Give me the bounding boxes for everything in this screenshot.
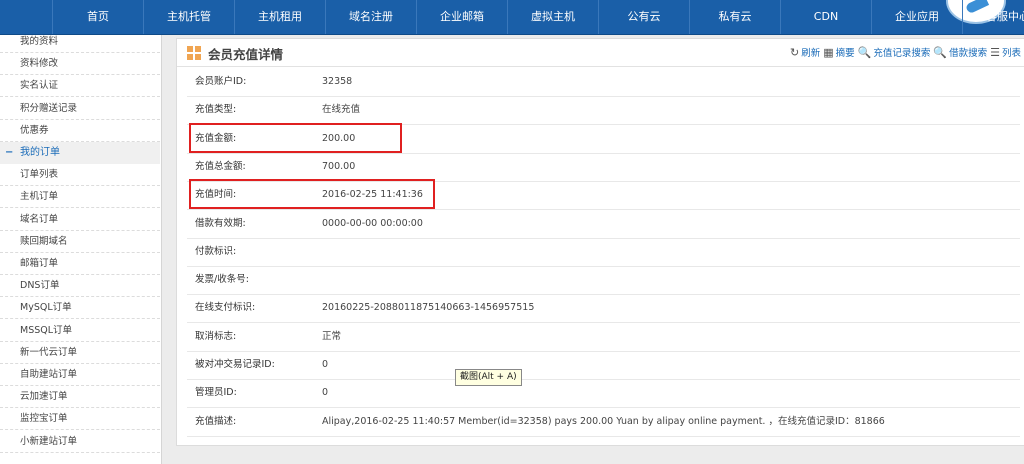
detail-value: Alipay,2016-02-25 11:40:57 Member(id=323…: [322, 415, 885, 427]
grid-icon: [187, 46, 201, 60]
sidebar-item[interactable]: 积分赠送记录: [0, 98, 160, 120]
detail-label: 取消标志:: [195, 330, 237, 342]
detail-label: 借款有效期:: [195, 217, 246, 229]
detail-label: 在线支付标识:: [195, 302, 256, 314]
detail-value: 0: [322, 359, 329, 370]
detail-value: 32358: [322, 76, 353, 87]
detail-value: 0: [322, 387, 329, 399]
summary-grid-icon: ▦: [823, 46, 834, 59]
detail-value: 正常: [322, 330, 342, 342]
detail-row: 充值总金额: 700.00: [187, 153, 1020, 182]
sidebar-item[interactable]: 我的资料: [0, 35, 160, 53]
nav-item-8[interactable]: CDN: [780, 0, 871, 34]
detail-row: 取消标志: 正常: [187, 323, 1020, 352]
detail-row: 充值描述: Alipay,2016-02-25 11:40:57 Member(i…: [187, 408, 1020, 437]
sidebar-order-item[interactable]: 赎回期域名: [0, 231, 160, 253]
toolbar-label: 充值记录搜索: [873, 48, 931, 59]
sidebar-order-item[interactable]: MSSQL订单: [0, 320, 160, 342]
nav-item-5[interactable]: 虚拟主机: [507, 0, 598, 34]
detail-row: 被对冲交易记录ID: 0: [187, 351, 1020, 380]
sidebar-item[interactable]: 实名认证: [0, 75, 160, 98]
page-title: 会员充值详情: [208, 47, 284, 62]
panel-header: 会员充值详情 ↻ 刷新 ▦ 摘要 🔍 充值记录搜索 🔍 借款搜索 ☰ 列表: [177, 39, 1024, 67]
sidebar-item[interactable]: 资料修改: [0, 53, 160, 76]
sidebar-order-item[interactable]: 自助建站订单: [0, 364, 160, 386]
detail-label: 会员账户ID:: [195, 76, 247, 87]
sidebar-order-item[interactable]: 小新建站订单: [0, 431, 160, 453]
detail-row: 会员账户ID: 32358: [187, 68, 1020, 97]
detail-label: 充值类型:: [195, 104, 237, 116]
toolbar-label: 刷新: [801, 48, 821, 59]
toolbar-label: 借款搜索: [949, 48, 988, 59]
sidebar-order-item[interactable]: 域名订单: [0, 209, 160, 231]
sidebar-order-item[interactable]: 云加速订单: [0, 386, 160, 409]
detail-label: 被对冲交易记录ID:: [195, 359, 275, 370]
detail-label: 充值描述:: [195, 415, 237, 427]
sidebar-order-item[interactable]: 主机订单: [0, 186, 160, 209]
nav-item-2[interactable]: 主机租用: [234, 0, 325, 34]
highlight-box: [189, 179, 435, 210]
toolbar-0[interactable]: ↻ 刷新: [790, 45, 820, 59]
toolbar-label: 摘要: [835, 48, 855, 59]
detail-value: 0000-00-00 00:00:00: [322, 217, 423, 229]
panel-toolbar: ↻ 刷新 ▦ 摘要 🔍 充值记录搜索 🔍 借款搜索 ☰ 列表: [787, 45, 1021, 61]
detail-label: 付款标识:: [195, 245, 237, 257]
nav-item-4[interactable]: 企业邮箱: [416, 0, 507, 34]
detail-value: 在线充值: [322, 104, 361, 116]
sidebar-order-item[interactable]: 邮箱订单: [0, 253, 160, 275]
search-icon: 🔍: [933, 46, 948, 59]
nav-item-7[interactable]: 私有云: [689, 0, 780, 34]
sidebar-group-label: 我的订单: [20, 147, 60, 158]
detail-label: 管理员ID:: [195, 387, 237, 399]
sidebar-order-item[interactable]: 监控宝订单: [0, 408, 160, 431]
refresh-icon: ↻: [790, 46, 800, 59]
toolbar-label: 列表: [1001, 48, 1021, 59]
sidebar-item[interactable]: 优惠券: [0, 120, 160, 142]
nav-item-10[interactable]: 客服中心: [962, 0, 1024, 34]
detail-row: 管理员ID: 0: [187, 379, 1020, 409]
sidebar-group-my-orders[interactable]: − 我的订单: [0, 142, 160, 164]
top-navigation: 首页主机托管主机租用域名注册企业邮箱虚拟主机公有云私有云CDN企业应用客服中心: [0, 0, 1024, 35]
nav-item-6[interactable]: 公有云: [598, 0, 689, 34]
toolbar-1[interactable]: ▦ 摘要: [823, 45, 854, 59]
list-icon: ☰: [990, 46, 1000, 59]
detail-row: 充值类型: 在线充值: [187, 96, 1020, 126]
sidebar-order-item[interactable]: 订单列表: [0, 164, 160, 187]
collapse-icon[interactable]: −: [5, 142, 13, 164]
toolbar-3[interactable]: 🔍 借款搜索: [933, 45, 987, 59]
search-icon: 🔍: [857, 46, 872, 59]
recharge-detail-panel: 会员充值详情 ↻ 刷新 ▦ 摘要 🔍 充值记录搜索 🔍 借款搜索 ☰ 列表 会员账户ID: 3235…: [176, 38, 1024, 446]
detail-label: 充值总金额:: [195, 160, 246, 172]
detail-value: 700.00: [322, 160, 356, 172]
toolbar-4[interactable]: ☰ 列表: [990, 45, 1021, 59]
detail-label: 发票/收条号:: [195, 274, 249, 286]
nav-item-0[interactable]: 首页: [52, 0, 143, 34]
sidebar-order-item[interactable]: MySQL订单: [0, 297, 160, 320]
detail-row: 付款标识:: [187, 238, 1020, 267]
toolbar-2[interactable]: 🔍 充值记录搜索: [858, 45, 931, 59]
nav-item-9[interactable]: 企业应用: [871, 0, 962, 34]
detail-value: 20160225-2088011875140663-1456957515: [322, 302, 535, 314]
detail-row: 借款有效期: 0000-00-00 00:00:00: [187, 210, 1020, 239]
highlight-box: [189, 122, 402, 153]
sidebar: 我的资料 资料修改 实名认证 积分赠送记录 优惠券 − 我的订单 订单列表 主机订单 域名订单 赎回…: [0, 35, 162, 464]
nav-item-3[interactable]: 域名注册: [325, 0, 416, 34]
screenshot-tooltip: 截图(Alt + A): [455, 369, 522, 386]
sidebar-order-item[interactable]: DNS订单: [0, 275, 160, 298]
detail-row: 在线支付标识: 20160225-2088011875140663-1456957…: [187, 294, 1020, 324]
sidebar-order-item[interactable]: 新一代云订单: [0, 342, 160, 364]
nav-item-1[interactable]: 主机托管: [143, 0, 234, 34]
detail-row: 发票/收条号:: [187, 266, 1020, 296]
